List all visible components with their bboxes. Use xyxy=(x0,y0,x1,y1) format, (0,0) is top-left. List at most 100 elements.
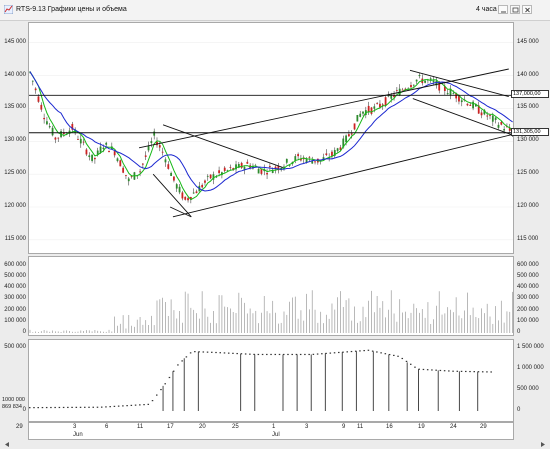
candle-body xyxy=(91,154,93,161)
open-interest-point xyxy=(194,351,196,353)
candle-body xyxy=(206,175,209,177)
candle-body xyxy=(108,150,110,153)
open-interest-point xyxy=(164,383,166,385)
candle-body xyxy=(153,131,156,136)
open-interest-point xyxy=(71,406,73,408)
price-tick-label-right: 130 000 xyxy=(517,137,539,144)
candle-body xyxy=(125,175,127,176)
open-interest-point xyxy=(151,400,154,402)
open-interest-point xyxy=(232,352,234,354)
candle-body xyxy=(77,139,79,140)
candle-body xyxy=(503,129,506,131)
open-interest-tick-label-right: 0 xyxy=(517,407,521,413)
candle-body xyxy=(141,163,144,165)
open-interest-point xyxy=(384,353,387,355)
minimize-button[interactable] xyxy=(498,5,508,14)
candle-body xyxy=(116,158,119,162)
open-interest-point xyxy=(41,406,44,409)
candle-body xyxy=(401,89,404,91)
open-interest-point xyxy=(29,407,31,409)
price-chart[interactable] xyxy=(29,23,514,253)
candle-body xyxy=(285,158,288,163)
candle-body xyxy=(82,141,85,143)
timeframe-label[interactable]: 4 часа xyxy=(476,6,497,13)
price-tick-label-right: 115 000 xyxy=(517,235,539,242)
candle-body xyxy=(348,134,350,137)
time-axis-day-label: 3 xyxy=(305,424,309,430)
volume-chart-pane[interactable] xyxy=(28,256,514,336)
volume-tick-label: 200 000 xyxy=(4,306,26,313)
scroll-right-icon[interactable] xyxy=(539,441,546,448)
open-interest-point xyxy=(88,406,90,408)
open-interest-point xyxy=(452,370,454,372)
open-interest-point xyxy=(211,351,213,353)
volume-tick-label-right: 300 000 xyxy=(517,295,539,302)
candle-body xyxy=(240,162,243,168)
open-interest-point xyxy=(367,349,370,351)
candle-body xyxy=(223,167,226,171)
open-interest-point xyxy=(266,353,268,356)
volume-chart[interactable] xyxy=(29,257,513,335)
maximize-button[interactable] xyxy=(510,5,520,14)
candle-body xyxy=(139,171,141,173)
candle-body xyxy=(359,113,362,117)
candle-body xyxy=(192,192,195,194)
open-interest-point xyxy=(155,394,158,396)
price-tick-label-right: 125 000 xyxy=(517,170,539,177)
candle-body xyxy=(266,172,268,175)
candle-body xyxy=(424,80,427,83)
open-interest-point xyxy=(409,363,412,365)
open-interest-point xyxy=(299,353,302,356)
price-level-tag-upper: 137,000,00 xyxy=(511,90,549,98)
open-interest-partial-label: 1000 000 xyxy=(2,397,25,403)
open-interest-point xyxy=(134,404,137,406)
price-chart-pane[interactable] xyxy=(28,22,514,254)
price-tick-label-right: 135 000 xyxy=(517,104,539,111)
candle-body xyxy=(48,126,51,128)
open-interest-point xyxy=(465,370,467,373)
open-interest-point xyxy=(287,353,289,356)
candle-body xyxy=(373,106,376,109)
trendline xyxy=(172,134,512,218)
open-interest-point xyxy=(109,406,111,408)
open-interest-point xyxy=(333,352,336,354)
minimize-icon xyxy=(501,11,506,13)
time-axis-day-label: 11 xyxy=(357,424,364,430)
open-interest-point xyxy=(143,404,145,406)
open-interest-point xyxy=(223,352,226,354)
open-interest-point xyxy=(244,353,247,355)
price-tick-label: 120 000 xyxy=(4,203,26,209)
candle-body xyxy=(122,167,125,173)
time-axis-day-label: 25 xyxy=(232,424,239,430)
candle-body xyxy=(257,169,260,174)
candle-body xyxy=(37,96,40,102)
candle-body xyxy=(102,147,105,149)
candle-body xyxy=(119,160,122,167)
time-axis[interactable] xyxy=(28,422,514,440)
scroll-left-icon[interactable] xyxy=(4,441,11,448)
price-tick-label: 140 000 xyxy=(4,71,26,78)
open-interest-point xyxy=(414,366,416,368)
open-interest-point xyxy=(168,376,171,379)
price-tick-label-right: 140 000 xyxy=(517,71,539,78)
maximize-icon xyxy=(512,7,519,13)
open-interest-chart[interactable] xyxy=(29,340,513,421)
open-interest-point xyxy=(62,406,65,409)
open-interest-value-label: 869 834 xyxy=(2,404,22,410)
open-interest-point xyxy=(460,370,463,372)
volume-tick-label-right: 100 000 xyxy=(517,317,539,324)
open-interest-point xyxy=(33,407,35,409)
candle-body xyxy=(446,93,449,95)
open-interest-point xyxy=(329,352,332,354)
open-interest-chart-pane[interactable] xyxy=(28,339,514,422)
time-axis-day-label: 19 xyxy=(418,424,425,430)
candle-body xyxy=(432,80,435,83)
candle-body xyxy=(331,151,333,156)
close-button[interactable] xyxy=(522,5,532,14)
open-interest-tick-label-right: 1 500 000 xyxy=(517,344,544,351)
candle-body xyxy=(195,191,198,194)
open-interest-point xyxy=(490,371,492,373)
candle-body xyxy=(308,156,311,158)
candle-body xyxy=(167,164,170,169)
candle-body xyxy=(489,114,491,116)
